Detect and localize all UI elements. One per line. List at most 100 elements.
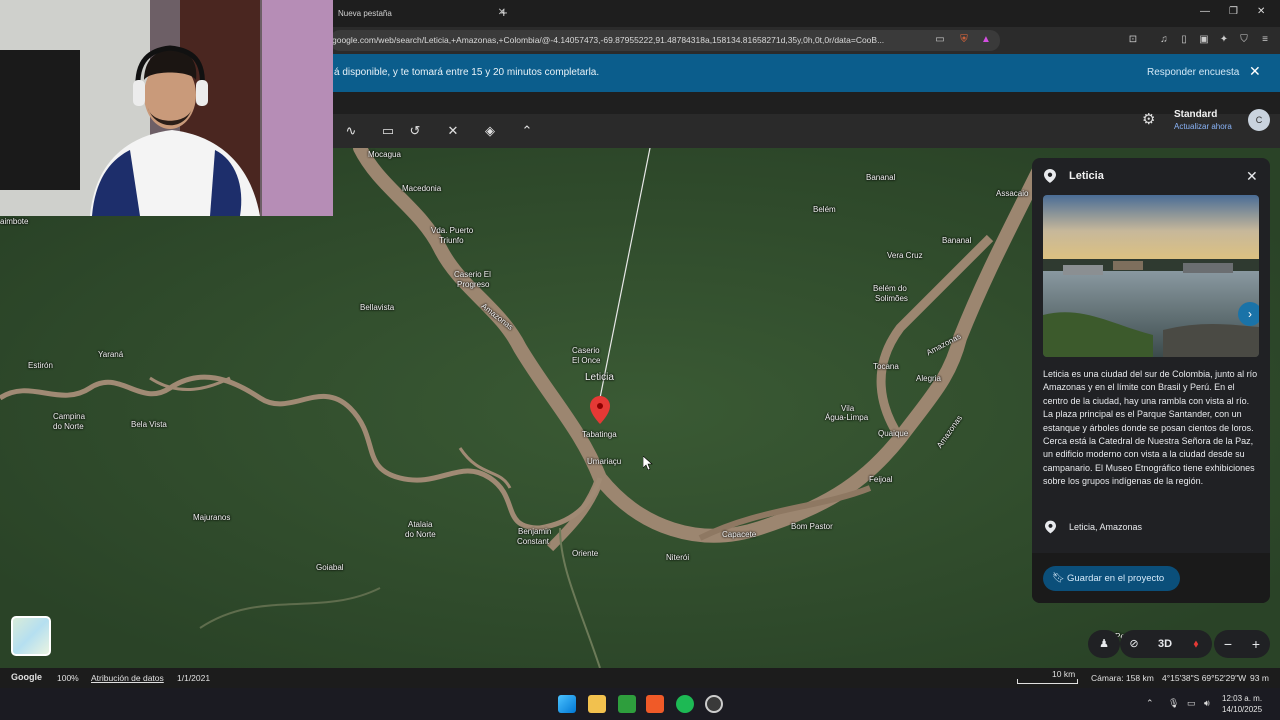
pegman-control[interactable]: ♟: [1088, 630, 1120, 658]
place-label: Campina: [53, 412, 86, 421]
chevron-up-icon[interactable]: ⌃: [518, 122, 536, 140]
tab-title: Nueva pestaña: [338, 9, 392, 18]
maximize-icon[interactable]: ❐: [1229, 6, 1238, 17]
panel-title: Leticia: [1069, 170, 1104, 182]
location-pin-icon: [1045, 520, 1056, 534]
windows-taskbar: ⌃ 🎙︎ ▭ 🔊︎ 12:03 a. m. 14/10/2025: [0, 688, 1280, 720]
windows-start-icon[interactable]: [558, 695, 576, 713]
panel-header: Leticia ✕: [1032, 158, 1270, 194]
map-status-bar: Google 100% Atribución de datos 1/1/2021…: [0, 668, 1280, 688]
save-to-project-button[interactable]: 🔖︎ Guardar en el proyecto: [1043, 566, 1180, 591]
map-toolbar: ∿ ▭ ↺ ✕ ◈ ⌃: [333, 114, 1280, 148]
place-label: Estirón: [28, 361, 53, 370]
3d-toggle[interactable]: 3D: [1151, 630, 1179, 658]
rewards-icon[interactable]: ▲: [980, 34, 992, 46]
file-explorer-icon[interactable]: [588, 695, 606, 713]
pegman-icon[interactable]: ♟: [1090, 630, 1118, 658]
place-label: Bellavista: [360, 303, 395, 312]
url-field[interactable]: google.com/web/search/Leticia,+Amazonas,…: [330, 30, 1000, 51]
place-label: Constant: [517, 537, 550, 546]
place-label: Caserio: [572, 346, 600, 355]
place-label: Quaique: [878, 429, 909, 438]
map-layer-toggle[interactable]: [11, 616, 51, 656]
map-style-title[interactable]: Standard: [1174, 109, 1217, 120]
place-label: El Once: [572, 356, 601, 365]
volume-icon[interactable]: 🔊︎: [1204, 698, 1210, 709]
new-tab-icon[interactable]: +: [500, 5, 508, 20]
vpn-icon[interactable]: ⛉: [1238, 34, 1250, 46]
ground-elevation: 93 m: [1250, 673, 1269, 683]
place-label: Bom Pastor: [791, 522, 833, 531]
ruler-icon[interactable]: ▭: [379, 122, 397, 140]
banner-close-icon[interactable]: ✕: [1249, 63, 1261, 80]
zoom-controls: − +: [1214, 630, 1270, 658]
zoom-out-button[interactable]: −: [1214, 630, 1242, 658]
webcam-overlay: [0, 0, 333, 216]
place-location: Leticia, Amazonas: [1069, 522, 1143, 532]
place-label: Niterói: [666, 553, 690, 562]
place-label: Goiabal: [316, 563, 344, 572]
panel-close-icon[interactable]: ✕: [1246, 168, 1258, 185]
place-label: Bananal: [942, 236, 972, 245]
brave-shield-icon[interactable]: ⛨: [958, 34, 970, 46]
spotify-icon[interactable]: [676, 695, 694, 713]
survey-link[interactable]: Responder encuesta: [1147, 67, 1239, 78]
place-label: Tabatinga: [582, 430, 617, 439]
menu-icon[interactable]: ≡: [1259, 34, 1271, 46]
data-attribution-link[interactable]: Atribución de datos: [91, 673, 164, 683]
scale-bar: [1017, 679, 1078, 684]
place-label: Feijoal: [869, 475, 893, 484]
settings-gear-icon[interactable]: ⚙: [1142, 110, 1155, 128]
place-label: Bela Vista: [131, 420, 167, 429]
place-label: Umariaçu: [587, 457, 622, 466]
window-close-icon[interactable]: ✕: [1257, 6, 1265, 17]
place-label: Caserio El: [454, 270, 491, 279]
system-clock[interactable]: 12:03 a. m. 14/10/2025: [1222, 693, 1262, 715]
history-icon[interactable]: ↺: [406, 122, 424, 140]
place-label: Macedonia: [402, 184, 442, 193]
tray-chevron-icon[interactable]: ⌃: [1146, 698, 1154, 709]
update-now-link[interactable]: Actualizar ahora: [1174, 122, 1232, 131]
view-controls: ⊘ 3D ⬧: [1120, 630, 1212, 658]
place-label: Oriente: [572, 549, 599, 558]
photo-next-button[interactable]: ›: [1238, 302, 1259, 326]
place-label: Majuranos: [193, 513, 231, 522]
banner-text: á disponible, y te tomará entre 15 y 20 …: [334, 67, 600, 78]
brave-browser-icon[interactable]: [646, 695, 664, 713]
network-icon[interactable]: ▭: [1187, 698, 1196, 709]
screenshot-icon[interactable]: ⊡: [1127, 34, 1139, 46]
leo-icon[interactable]: ✦: [1218, 34, 1230, 46]
cursor-coordinates: 4°15'38"S 69°52'29"W: [1162, 673, 1247, 683]
wallet-icon[interactable]: ▣: [1198, 34, 1210, 46]
music-icon[interactable]: ♫: [1158, 34, 1170, 46]
google-logo: Google: [11, 672, 42, 682]
app-icon[interactable]: [705, 695, 723, 713]
browser-tab[interactable]: Nueva pestaña ✕: [330, 0, 518, 27]
cast-icon[interactable]: ▭: [934, 34, 946, 46]
compass-icon[interactable]: ⬧: [1182, 630, 1210, 658]
zoom-level: 100%: [57, 673, 79, 683]
layers-icon[interactable]: ◈: [481, 122, 499, 140]
place-photo[interactable]: ›: [1043, 195, 1259, 357]
place-label: Vda. Puerto: [431, 226, 474, 235]
tilt-off-icon[interactable]: ⊘: [1120, 630, 1148, 658]
place-label: Alegria: [916, 374, 941, 383]
place-description: Leticia es una ciudad del sur de Colombi…: [1043, 369, 1258, 487]
place-label: Triunfo: [439, 236, 464, 245]
path-icon[interactable]: ∿: [342, 122, 360, 140]
sidebar-icon[interactable]: ▯: [1178, 34, 1190, 46]
place-label: Yaraná: [98, 350, 124, 359]
place-label-leticia[interactable]: Leticia: [585, 373, 614, 383]
minimize-icon[interactable]: —: [1200, 6, 1210, 17]
microphone-icon[interactable]: 🎙︎: [1168, 698, 1179, 709]
place-label: Mocagua: [368, 150, 401, 159]
place-label: Solimões: [875, 294, 908, 303]
zoom-in-button[interactable]: +: [1242, 630, 1270, 658]
xbox-icon[interactable]: [618, 695, 636, 713]
bookmark-icon: 🔖︎: [1052, 573, 1065, 584]
place-label: Vera Cruz: [887, 251, 923, 260]
place-label: Assacaio: [996, 189, 1029, 198]
place-label: Tocana: [873, 362, 899, 371]
avatar[interactable]: C: [1248, 109, 1270, 131]
satellite-icon[interactable]: ✕: [444, 122, 462, 140]
